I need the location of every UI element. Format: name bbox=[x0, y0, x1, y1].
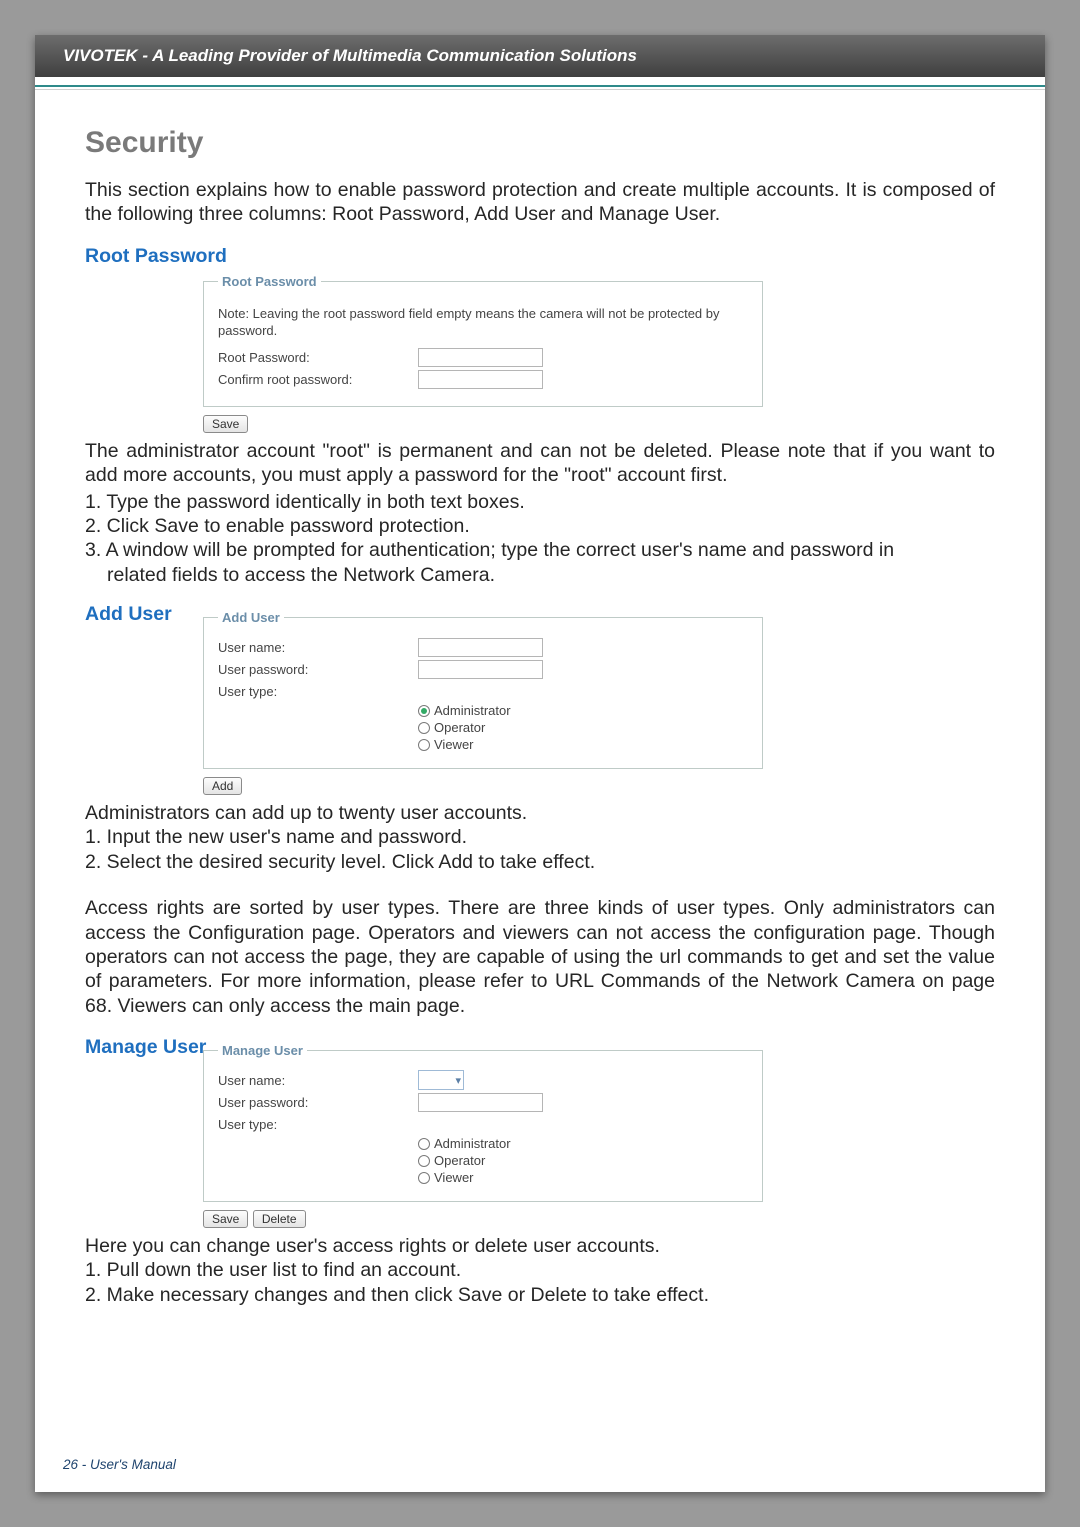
step-3: 3. A window will be prompted for authent… bbox=[85, 538, 995, 562]
divider-teal bbox=[35, 85, 1045, 87]
add-user-step-2: 2. Select the desired security level. Cl… bbox=[85, 850, 995, 874]
manage-user-name-select[interactable]: ▾ bbox=[418, 1070, 464, 1090]
save-button[interactable]: Save bbox=[203, 415, 248, 433]
add-button[interactable]: Add bbox=[203, 777, 242, 795]
manage-user-panel: Manage User User name: ▾ User password: … bbox=[85, 1043, 995, 1202]
document-page: VIVOTEK - A Leading Provider of Multimed… bbox=[35, 35, 1045, 1492]
m-radio-viewer-label: Viewer bbox=[434, 1170, 474, 1185]
content-area: Security This section explains how to en… bbox=[35, 90, 1045, 1307]
manage-user-step-1: 1. Pull down the user list to find an ac… bbox=[85, 1258, 995, 1282]
add-user-type-label: User type: bbox=[218, 684, 418, 699]
confirm-root-password-label: Confirm root password: bbox=[218, 372, 418, 387]
root-password-legend: Root Password bbox=[218, 274, 321, 289]
root-password-label: Root Password: bbox=[218, 350, 418, 365]
intro-paragraph: This section explains how to enable pass… bbox=[85, 178, 995, 227]
add-user-legend: Add User bbox=[218, 610, 284, 625]
step-2: 2. Click Save to enable password protect… bbox=[85, 514, 995, 538]
manage-user-step-2: 2. Make necessary changes and then click… bbox=[85, 1283, 995, 1307]
manage-user-legend: Manage User bbox=[218, 1043, 307, 1058]
root-password-note: Note: Leaving the root password field em… bbox=[218, 305, 748, 340]
add-user-panel: Add User User name: User password: User … bbox=[85, 610, 995, 769]
manage-user-fieldset: Manage User User name: ▾ User password: … bbox=[203, 1043, 763, 1202]
add-user-summary: Administrators can add up to twenty user… bbox=[85, 801, 995, 825]
manage-delete-button[interactable]: Delete bbox=[253, 1210, 306, 1228]
radio-operator-label: Operator bbox=[434, 720, 485, 735]
m-radio-administrator[interactable] bbox=[418, 1138, 430, 1150]
m-radio-operator-label: Operator bbox=[434, 1153, 485, 1168]
manage-user-summary: Here you can change user's access rights… bbox=[85, 1234, 995, 1258]
header-brand: VIVOTEK - A Leading Provider of Multimed… bbox=[63, 46, 637, 66]
root-password-panel: Root Password Note: Leaving the root pas… bbox=[85, 274, 995, 407]
add-user-password-label: User password: bbox=[218, 662, 418, 677]
add-user-step-1: 1. Input the new user's name and passwor… bbox=[85, 825, 995, 849]
manage-user-password-label: User password: bbox=[218, 1095, 418, 1110]
radio-viewer-label: Viewer bbox=[434, 737, 474, 752]
radio-administrator[interactable] bbox=[418, 705, 430, 717]
step-1: 1. Type the password identically in both… bbox=[85, 490, 995, 514]
manage-user-name-label: User name: bbox=[218, 1073, 418, 1088]
root-password-heading: Root Password bbox=[85, 245, 995, 268]
root-password-steps: 1. Type the password identically in both… bbox=[85, 490, 995, 588]
manage-save-button[interactable]: Save bbox=[203, 1210, 248, 1228]
m-radio-operator[interactable] bbox=[418, 1155, 430, 1167]
access-rights-paragraph: Access rights are sorted by user types. … bbox=[85, 896, 995, 1018]
radio-operator[interactable] bbox=[418, 722, 430, 734]
root-password-fieldset: Root Password Note: Leaving the root pas… bbox=[203, 274, 763, 407]
manage-user-password-input[interactable] bbox=[418, 1093, 543, 1112]
manage-user-type-label: User type: bbox=[218, 1117, 418, 1132]
add-user-password-input[interactable] bbox=[418, 660, 543, 679]
manage-user-text-block: Here you can change user's access rights… bbox=[85, 1234, 995, 1307]
root-password-input[interactable] bbox=[418, 348, 543, 367]
page-title: Security bbox=[85, 126, 995, 160]
step-3-cont: related fields to access the Network Cam… bbox=[85, 563, 995, 587]
page-footer: 26 - User's Manual bbox=[63, 1457, 176, 1472]
root-password-note-text: The administrator account "root" is perm… bbox=[85, 439, 995, 488]
radio-administrator-label: Administrator bbox=[434, 703, 511, 718]
add-user-fieldset: Add User User name: User password: User … bbox=[203, 610, 763, 769]
m-radio-viewer[interactable] bbox=[418, 1172, 430, 1184]
radio-viewer[interactable] bbox=[418, 739, 430, 751]
add-user-name-label: User name: bbox=[218, 640, 418, 655]
chevron-down-icon: ▾ bbox=[455, 1074, 461, 1087]
confirm-root-password-input[interactable] bbox=[418, 370, 543, 389]
add-user-text-block: Administrators can add up to twenty user… bbox=[85, 801, 995, 874]
m-radio-administrator-label: Administrator bbox=[434, 1136, 511, 1151]
add-user-name-input[interactable] bbox=[418, 638, 543, 657]
header-bar: VIVOTEK - A Leading Provider of Multimed… bbox=[35, 35, 1045, 77]
